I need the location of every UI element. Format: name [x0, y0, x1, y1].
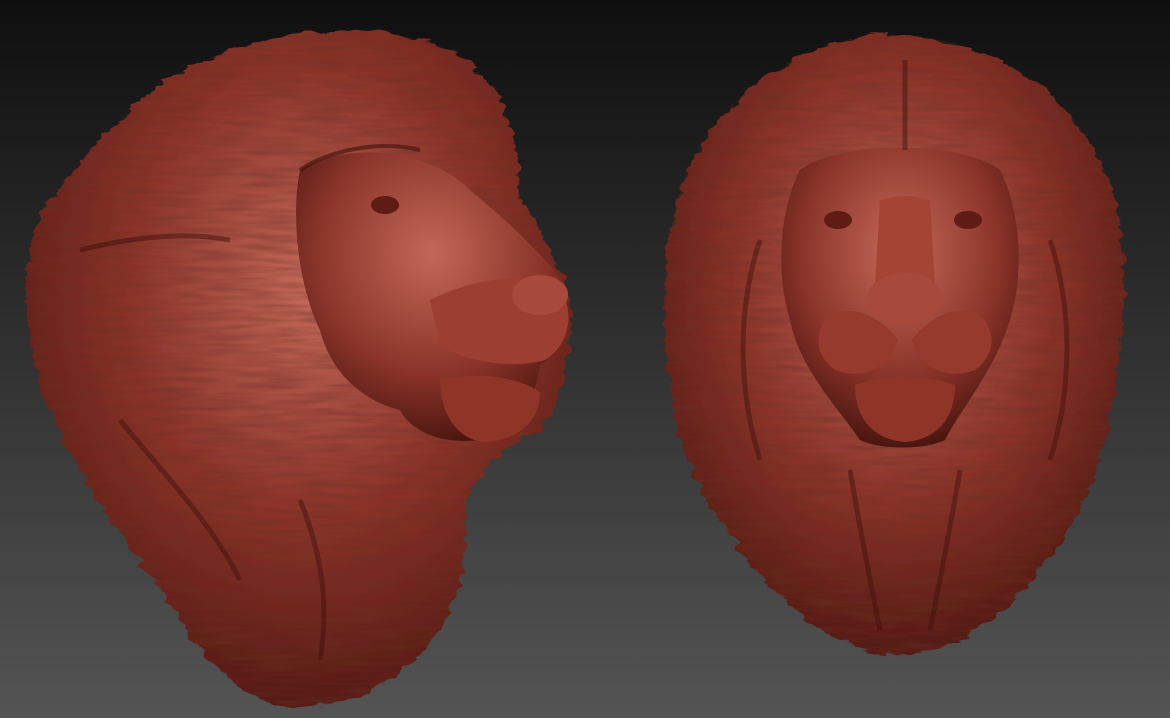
nose	[512, 275, 568, 315]
eye-left	[824, 211, 852, 229]
eye-right	[954, 211, 982, 229]
zbrush-viewport[interactable]	[0, 0, 1170, 718]
nose	[867, 273, 943, 323]
eye	[371, 196, 399, 214]
viewport-canvas	[0, 0, 1170, 718]
